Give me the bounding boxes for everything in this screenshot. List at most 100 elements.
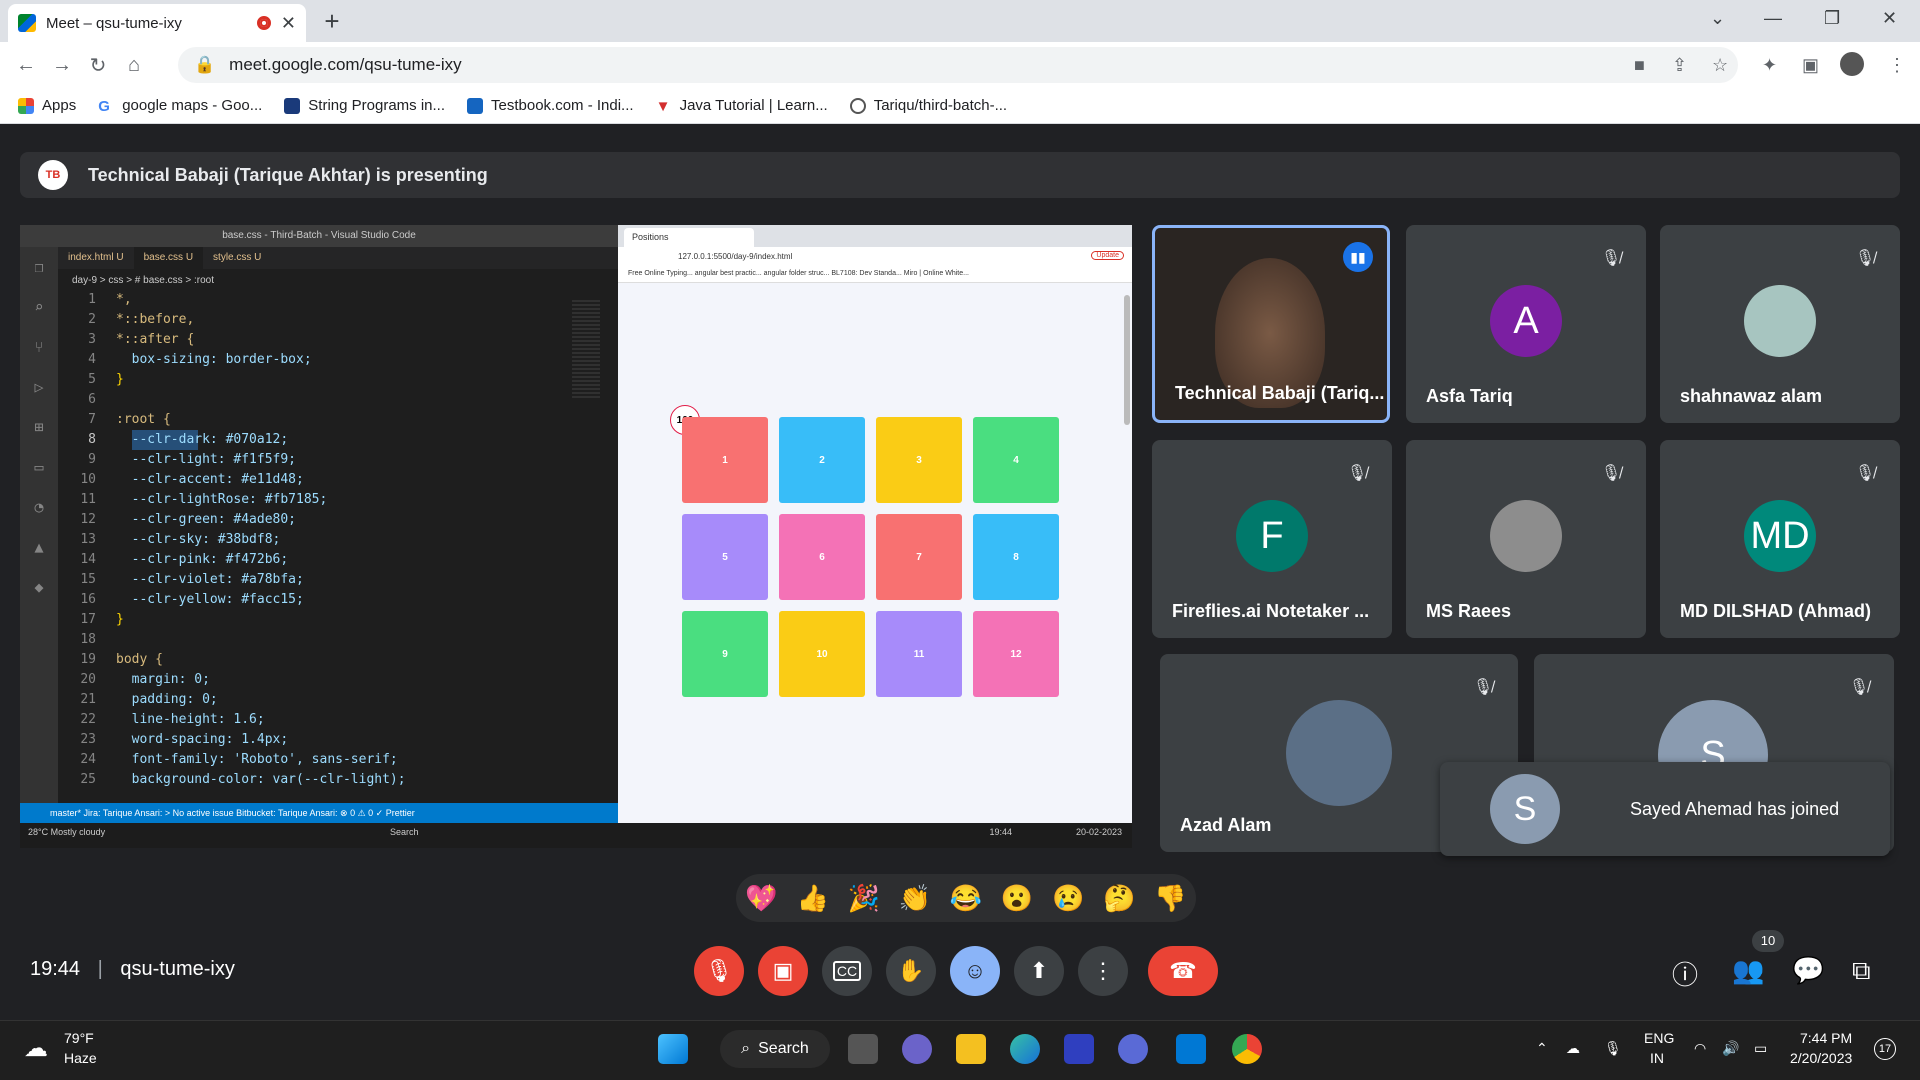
reaction-party[interactable]: 🎉 <box>848 883 880 914</box>
lang-code[interactable]: ENG <box>1644 1030 1674 1046</box>
source-control-icon[interactable]: ⑂ <box>20 327 58 367</box>
edge-icon[interactable] <box>1010 1034 1040 1064</box>
wifi-icon[interactable]: ◠ <box>1694 1040 1706 1057</box>
extensions-icon[interactable]: ⊞ <box>20 407 58 447</box>
meeting-info: 19:44 | qsu-tume-ixy <box>30 958 235 980</box>
reload-icon[interactable]: ↻ <box>80 53 116 78</box>
code-line: 21 padding: 0; <box>58 690 578 710</box>
maximize-button[interactable]: ❐ <box>1824 8 1840 29</box>
presenter-logo: TB <box>38 160 68 190</box>
line-number: 7 <box>88 412 96 427</box>
tab-style-css[interactable]: style.css U <box>203 247 271 269</box>
home-icon[interactable]: ⌂ <box>116 54 152 77</box>
reactions-button[interactable]: ☺ <box>950 946 1000 996</box>
color-box: 7 <box>876 514 962 600</box>
sidepanel-icon[interactable]: ▣ <box>1802 55 1819 76</box>
timeline-icon[interactable]: ◔ <box>20 487 58 527</box>
system-time[interactable]: 7:44 PM <box>1800 1030 1852 1046</box>
color-box: 2 <box>779 417 865 503</box>
app-icon[interactable] <box>1064 1034 1094 1064</box>
run-icon[interactable]: ▷ <box>20 367 58 407</box>
teams-chat-icon[interactable] <box>902 1034 932 1064</box>
app-icon[interactable] <box>1118 1034 1148 1064</box>
raise-hand-button[interactable]: ✋ <box>886 946 936 996</box>
present-button[interactable]: ⬆ <box>1014 946 1064 996</box>
task-view-icon[interactable] <box>848 1034 878 1064</box>
code-line: 5} <box>58 370 578 390</box>
forward-icon[interactable]: → <box>44 54 80 77</box>
bookmark-java-tutorial[interactable]: ▼ Java Tutorial | Learn... <box>656 97 828 115</box>
mic-toggle-button[interactable]: 🎙︎ <box>694 946 744 996</box>
inner-tab[interactable]: Positions <box>624 228 754 247</box>
close-window-button[interactable]: ✕ <box>1882 8 1897 29</box>
reaction-heart[interactable]: 💖 <box>745 883 777 914</box>
color-box: 6 <box>779 514 865 600</box>
bookmark-github[interactable]: Tariqu/third-batch-... <box>849 97 1007 114</box>
reaction-laugh[interactable]: 😂 <box>950 883 982 914</box>
camera-toggle-button[interactable]: ▣ <box>758 946 808 996</box>
menu-icon[interactable]: ⋮ <box>1888 55 1906 76</box>
profile-avatar[interactable] <box>1840 52 1864 76</box>
vscode-taskbar-icon[interactable] <box>1176 1034 1206 1064</box>
volume-icon[interactable]: 🔊 <box>1722 1040 1739 1057</box>
participant-tile[interactable]: 🎙︎̸ shahnawaz alam <box>1660 225 1900 423</box>
activities-icon[interactable]: ⧉ <box>1852 955 1871 987</box>
reaction-thinking[interactable]: 🤔 <box>1103 883 1135 914</box>
reaction-thumbs-up[interactable]: 👍 <box>796 883 828 914</box>
search-icon: ⌕ <box>741 1040 751 1057</box>
docker-icon[interactable]: ◆ <box>20 567 58 607</box>
file-explorer-icon[interactable] <box>956 1034 986 1064</box>
bookmark-google-maps[interactable]: Ggoogle maps - Goo... <box>98 97 262 115</box>
participant-tile-presenter[interactable]: ▮▮ Technical Babaji (Tariq... <box>1152 225 1390 423</box>
bookmark-string-programs[interactable]: String Programs in... <box>284 97 445 114</box>
more-options-button[interactable]: ⋮ <box>1078 946 1128 996</box>
hangup-icon: ☎ <box>1169 958 1197 983</box>
minimap[interactable] <box>572 300 600 400</box>
star-icon[interactable]: ☆ <box>1712 55 1728 76</box>
remote-icon[interactable]: ▭ <box>20 447 58 487</box>
notification-badge[interactable]: 17 <box>1874 1038 1896 1060</box>
inner-scrollbar[interactable] <box>1124 295 1130 425</box>
participant-tile[interactable]: F 🎙︎̸ Fireflies.ai Notetaker ... <box>1152 440 1392 638</box>
taskbar-search[interactable]: ⌕ Search <box>720 1030 830 1068</box>
reaction-surprised[interactable]: 😮 <box>1001 883 1033 914</box>
close-tab-icon[interactable]: ✕ <box>281 13 296 34</box>
participant-tile[interactable]: A 🎙︎̸ Asfa Tariq <box>1406 225 1646 423</box>
chevron-up-icon[interactable]: ⌃ <box>1536 1040 1548 1057</box>
minimize-button[interactable]: — <box>1764 8 1782 29</box>
code-editor[interactable]: 1 *, 2 *::before, 3 *::after {4 box-sizing: b… <box>58 290 578 790</box>
address-bar[interactable]: 🔒 meet.google.com/qsu-tume-ixy <box>178 47 1738 83</box>
meeting-details-icon[interactable]: ⓘ <box>1672 955 1698 992</box>
extensions-icon[interactable]: ✦ <box>1762 55 1777 76</box>
camera-icon[interactable]: ■ <box>1634 55 1645 76</box>
new-tab-button[interactable]: + <box>318 8 346 36</box>
inner-address-bar[interactable]: 127.0.0.1:5500/day-9/index.html Update <box>618 247 1132 267</box>
chat-icon[interactable]: 💬 <box>1792 955 1824 986</box>
tab-base-css[interactable]: base.css U <box>133 247 204 269</box>
chrome-icon[interactable] <box>1232 1034 1262 1064</box>
reaction-sad[interactable]: 😢 <box>1052 883 1084 914</box>
reaction-thumbs-down[interactable]: 👎 <box>1154 883 1186 914</box>
bookmark-testbook[interactable]: Testbook.com - Indi... <box>467 97 634 114</box>
bookmark-apps[interactable]: Apps <box>18 97 76 114</box>
tab-search-icon[interactable]: ⌄ <box>1710 8 1725 29</box>
jira-icon[interactable]: ▲ <box>20 527 58 567</box>
reaction-clap[interactable]: 👏 <box>899 883 931 914</box>
tab-index-html[interactable]: index.html U <box>58 247 134 269</box>
leave-call-button[interactable]: ☎ <box>1148 946 1218 996</box>
participant-tile[interactable]: MD 🎙︎̸ MD DILSHAD (Ahmad) <box>1660 440 1900 638</box>
onedrive-icon[interactable]: ☁ <box>1566 1040 1580 1057</box>
battery-icon[interactable]: ▭ <box>1754 1040 1767 1057</box>
microphone-icon[interactable]: 🎙︎ <box>1604 1040 1622 1057</box>
participant-tile[interactable]: 🎙︎̸ MS Raees <box>1406 440 1646 638</box>
people-icon[interactable]: 👥 <box>1732 955 1764 986</box>
start-icon[interactable] <box>658 1034 688 1064</box>
system-date[interactable]: 2/20/2023 <box>1790 1050 1852 1066</box>
update-button[interactable]: Update <box>1091 251 1124 260</box>
explorer-icon[interactable]: ❐ <box>20 247 58 287</box>
browser-tab[interactable]: Meet – qsu-tume-ixy ✕ <box>8 4 306 42</box>
back-icon[interactable]: ← <box>8 54 44 77</box>
captions-button[interactable]: CC <box>822 946 872 996</box>
share-icon[interactable]: ⇪ <box>1672 55 1687 76</box>
search-icon[interactable]: ⌕ <box>20 287 58 327</box>
